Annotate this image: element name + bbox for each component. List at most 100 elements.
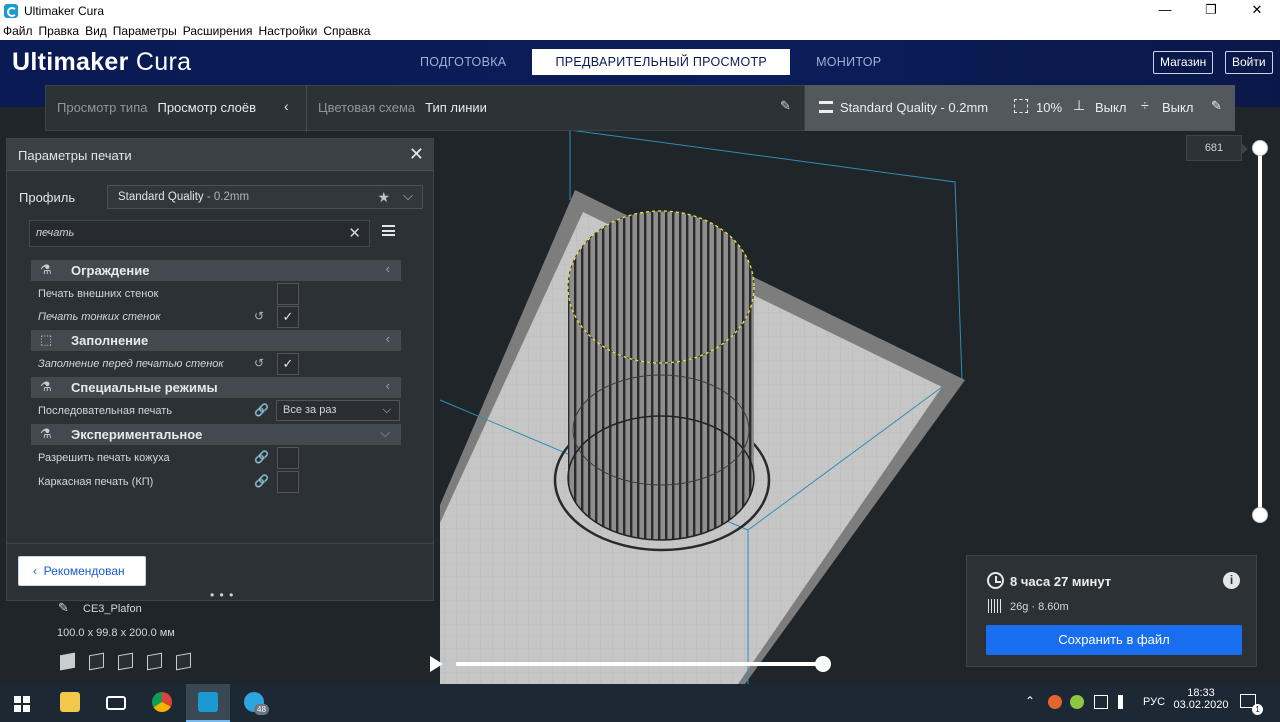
close-icon[interactable]: ✕ [409, 144, 424, 165]
layer-slider-upper-handle[interactable] [1252, 140, 1268, 156]
maximize-button[interactable]: ❐ [1188, 0, 1234, 22]
path-slider-handle[interactable] [815, 656, 831, 672]
print-settings-panel: Параметры печати ✕ Профиль Standard Qual… [6, 138, 434, 601]
menu-extensions[interactable]: Расширения [180, 24, 256, 38]
adhesion-icon: ÷ [1141, 97, 1149, 113]
taskbar-telegram[interactable]: 48 [232, 684, 276, 722]
quality-icon [819, 101, 833, 113]
folder-icon [60, 692, 80, 712]
layer-slider-lower-handle[interactable] [1252, 507, 1268, 523]
chevron-left-icon: ‹ [385, 378, 390, 393]
minimize-button[interactable]: — [1142, 0, 1188, 22]
star-icon[interactable]: ★ [377, 186, 390, 208]
cura-icon [198, 692, 218, 712]
infill-icon [1014, 99, 1028, 113]
info-icon[interactable]: i [1223, 572, 1240, 589]
setting-row: Разрешить печать кожуха 🔗 [38, 447, 408, 469]
close-window-button[interactable]: ✕ [1234, 0, 1280, 22]
category-infill[interactable]: ⬚ Заполнение ‹ [31, 330, 401, 351]
reset-icon[interactable]: ↺ [254, 309, 264, 323]
view-type-selector[interactable]: Просмотр типа Просмотр слоёв [57, 100, 256, 115]
current-layer-input[interactable]: 681 [1186, 135, 1248, 161]
layer-slider-track[interactable] [1258, 148, 1262, 515]
cura-app-icon [4, 4, 18, 18]
setting-row: Заполнение перед печатью стенок ↺ ✓ [38, 353, 408, 375]
checkbox-print-outer-walls[interactable] [277, 283, 299, 305]
reset-icon[interactable]: ↺ [254, 356, 264, 370]
tray-app-icon[interactable] [1070, 695, 1084, 709]
settings-search-input[interactable]: печать ✕ [29, 220, 370, 247]
taskbar-cura[interactable] [186, 684, 230, 722]
play-icon[interactable] [430, 656, 443, 672]
chevron-down-icon: ⌵ [382, 404, 391, 416]
camera-view-buttons [60, 652, 205, 671]
view-front-icon[interactable] [89, 652, 104, 671]
spool-icon [988, 599, 1002, 613]
settings-menu-icon[interactable] [382, 225, 395, 236]
checkbox-infill-before-walls[interactable]: ✓ [277, 353, 299, 375]
taskbar-clock[interactable]: 18:33 03.02.2020 [1172, 687, 1230, 711]
tab-monitor[interactable]: МОНИТОР [804, 49, 893, 75]
view-top-icon[interactable] [118, 652, 133, 671]
view-type-value: Просмотр слоёв [157, 100, 257, 115]
taskbar-explorer[interactable] [48, 684, 92, 722]
chevron-left-icon[interactable]: ‹ [284, 98, 289, 114]
view-left-icon[interactable] [147, 652, 162, 671]
marketplace-button[interactable]: Магазин [1153, 51, 1214, 74]
chrome-icon [152, 692, 172, 712]
input-language[interactable]: РУС [1143, 696, 1165, 708]
color-scheme-label: Цветовая схема [318, 100, 416, 115]
checkbox-wire-printing[interactable] [277, 471, 299, 493]
path-slider-track[interactable] [456, 662, 824, 666]
checkbox-print-thin-walls[interactable]: ✓ [277, 306, 299, 328]
pencil-icon[interactable]: ✎ [58, 600, 69, 616]
sliced-model [567, 210, 755, 541]
tab-prepare[interactable]: ПОДГОТОВКА [408, 49, 518, 75]
clear-search-icon[interactable]: ✕ [348, 221, 361, 246]
category-shell[interactable]: ⚗ Ограждение ‹ [31, 260, 401, 281]
category-special-modes[interactable]: ⚗ Специальные режимы ‹ [31, 377, 401, 398]
menu-help[interactable]: Справка [320, 24, 373, 38]
view-right-icon[interactable] [176, 652, 191, 671]
checkbox-enable-skin-print[interactable] [277, 447, 299, 469]
stage-tabs: ПОДГОТОВКА ПРЕДВАРИТЕЛЬНЫЙ ПРОСМОТР МОНИ… [408, 49, 907, 75]
estimated-time: 8 часа 27 минут [1010, 574, 1112, 589]
taskbar-chrome[interactable] [140, 684, 184, 722]
menu-edit[interactable]: Правка [36, 24, 83, 38]
infill-value: 10% [1036, 100, 1063, 115]
tab-preview[interactable]: ПРЕДВАРИТЕЛЬНЫЙ ПРОСМОТР [532, 49, 791, 75]
menu-preferences[interactable]: Настройки [256, 24, 321, 38]
setting-row: Печать тонких стенок ↺ ✓ [38, 306, 408, 328]
profile-selector[interactable]: Standard Quality - 0.2mm ★ ⌵ [107, 185, 423, 209]
print-setup-summary[interactable]: Standard Quality - 0.2mm 10% ⊥ Выкл ÷ Вы… [805, 85, 1235, 131]
volume-icon[interactable] [1118, 695, 1126, 709]
view-settings-bar: Просмотр типа Просмотр слоёв ‹ Цветовая с… [45, 85, 805, 132]
panel-resize-handle[interactable]: • • • [210, 588, 234, 602]
chevron-down-icon: ⌵ [403, 188, 413, 203]
login-button[interactable]: Войти [1225, 51, 1273, 74]
menu-settings[interactable]: Параметры [110, 24, 180, 38]
print-sequence-select[interactable]: Все за раз ⌵ [276, 400, 400, 421]
view-type-label: Просмотр типа [57, 100, 148, 115]
chevron-up-icon[interactable]: ⌃ [1025, 694, 1035, 708]
shell-icon: ⚗ [40, 262, 52, 277]
menu-file[interactable]: Файл [0, 24, 36, 38]
pencil-icon[interactable]: ✎ [780, 98, 791, 114]
network-icon[interactable] [1094, 695, 1108, 709]
chevron-down-icon: ⌵ [380, 425, 390, 440]
tray-app-icon[interactable] [1048, 695, 1062, 709]
notification-count: 1 [1252, 704, 1263, 715]
recommended-button[interactable]: ‹ Рекомендован [18, 556, 146, 586]
view-3d-icon[interactable] [60, 652, 75, 671]
save-to-file-button[interactable]: Сохранить в файл [986, 625, 1242, 655]
print-estimate-panel: 8 часа 27 минут i 26g · 8.60m Сохранить … [966, 555, 1257, 667]
pencil-icon[interactable]: ✎ [1211, 98, 1222, 114]
windows-start-icon[interactable] [14, 696, 30, 712]
chevron-left-icon: ‹ [385, 261, 390, 276]
menu-view[interactable]: Вид [82, 24, 110, 38]
taskbar-mail[interactable] [94, 684, 138, 722]
support-value: Выкл [1095, 100, 1127, 115]
color-scheme-selector[interactable]: Цветовая схема Тип линии [318, 100, 487, 115]
ultimaker-logo: Ultimaker Cura [12, 48, 192, 76]
category-experimental[interactable]: ⚗ Экспериментальное ⌵ [31, 424, 401, 445]
